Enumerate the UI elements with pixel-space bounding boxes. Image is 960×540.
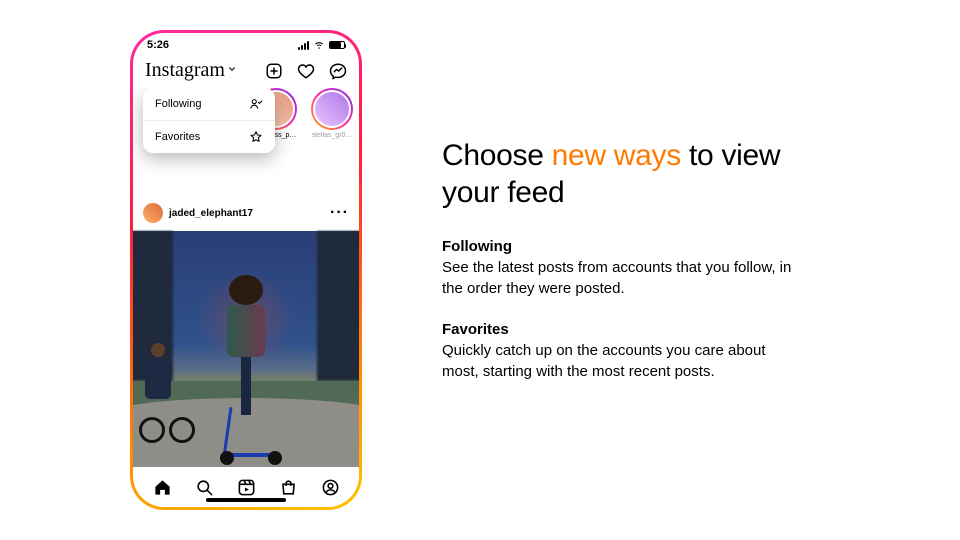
dropdown-item-following[interactable]: Following [143, 88, 275, 120]
tab-reels-icon[interactable] [237, 478, 256, 497]
phone-screen: 5:26 Instagram [133, 33, 359, 507]
following-people-icon [249, 97, 263, 111]
instagram-logo-dropdown[interactable]: Instagram [145, 59, 237, 82]
post-header: jaded_elephant17 ··· [133, 195, 359, 231]
feature-body: See the latest posts from accounts that … [442, 257, 802, 299]
battery-icon [329, 41, 345, 49]
tab-shop-icon[interactable] [279, 478, 298, 497]
status-bar: 5:26 [133, 33, 359, 57]
feed-content: Your Story liam_bean… princess_p… stella… [133, 88, 359, 467]
home-indicator [206, 498, 286, 502]
status-indicators [298, 38, 345, 53]
feature-following: Following See the latest posts from acco… [442, 238, 802, 299]
instagram-wordmark: Instagram [145, 59, 225, 82]
tab-profile-icon[interactable] [321, 478, 340, 497]
headline: Choose new ways to view your feed [442, 137, 802, 212]
tab-search-icon[interactable] [195, 478, 214, 497]
post-more-icon[interactable]: ··· [330, 204, 349, 222]
dropdown-item-favorites[interactable]: Favorites [143, 120, 275, 153]
marketing-copy: Choose new ways to view your feed Follow… [442, 137, 802, 404]
story-item[interactable]: stellas_gr0… [309, 88, 355, 139]
phone-mockup: 5:26 Instagram [130, 30, 362, 510]
feature-body: Quickly catch up on the accounts you car… [442, 340, 802, 382]
header-actions [265, 62, 347, 80]
app-header: Instagram [133, 57, 359, 88]
create-post-icon[interactable] [265, 62, 283, 80]
post-author[interactable]: jaded_elephant17 [143, 203, 253, 223]
feed-mode-dropdown: Following Favorites [143, 88, 275, 153]
dropdown-label: Favorites [155, 131, 200, 143]
wifi-icon [313, 38, 325, 53]
activity-heart-icon[interactable] [297, 62, 315, 80]
feature-favorites: Favorites Quickly catch up on the accoun… [442, 321, 802, 382]
post-image[interactable] [133, 231, 359, 467]
story-label: stellas_gr0… [312, 132, 353, 139]
feature-title: Favorites [442, 321, 802, 338]
tab-home-icon[interactable] [153, 478, 172, 497]
star-icon [249, 130, 263, 144]
status-time: 5:26 [147, 39, 169, 51]
post-username: jaded_elephant17 [169, 208, 253, 219]
avatar [143, 203, 163, 223]
chevron-down-icon [227, 57, 237, 80]
headline-accent: new ways [552, 139, 681, 172]
feature-title: Following [442, 238, 802, 255]
cellular-icon [298, 41, 309, 50]
messenger-icon[interactable] [329, 62, 347, 80]
dropdown-label: Following [155, 98, 201, 110]
headline-pre: Choose [442, 139, 552, 172]
